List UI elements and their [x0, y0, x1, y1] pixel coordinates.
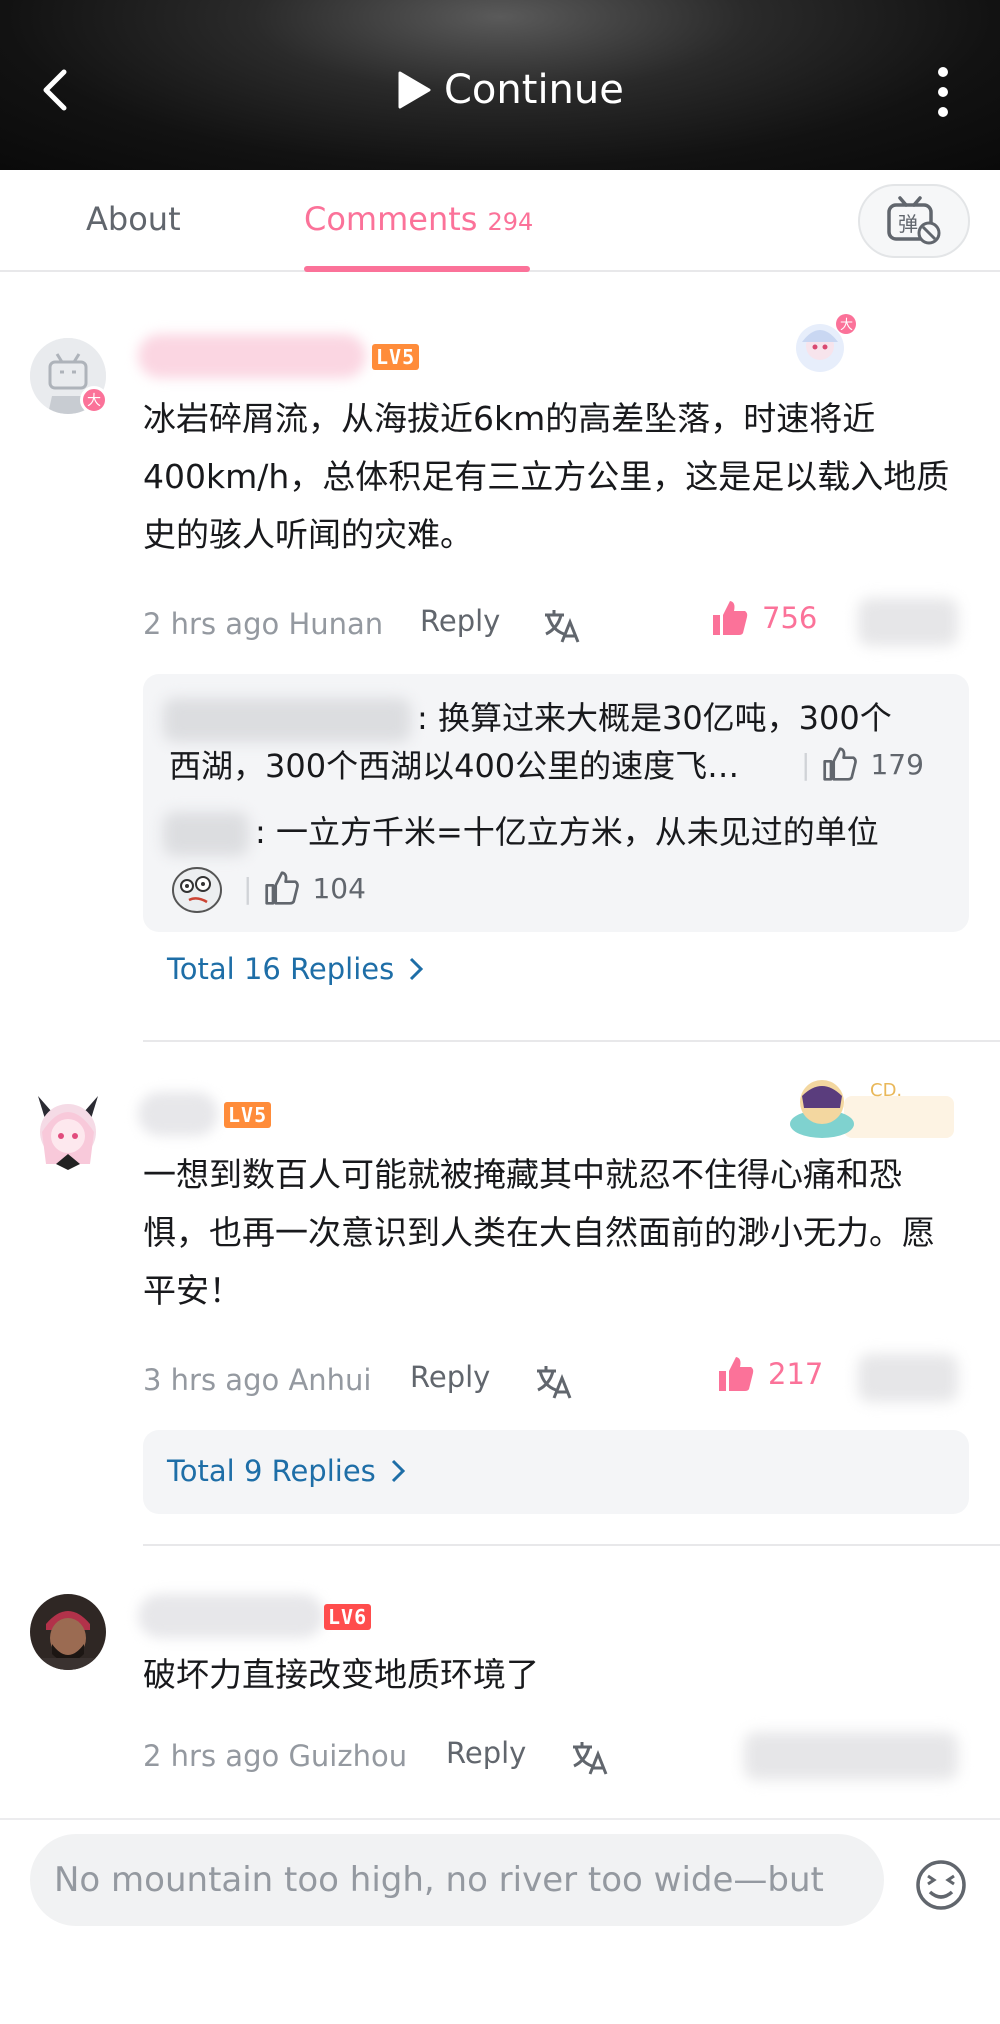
- tab-comments-label: Comments: [304, 200, 478, 238]
- translate-icon[interactable]: [570, 1738, 610, 1778]
- decoration-label: CD.: [870, 1080, 902, 1101]
- sub-replies-panel: : 换算过来大概是30亿吨，300个 西湖，300个西湖以400公里的速度飞… …: [143, 674, 969, 932]
- sub-reply-like-count: 104: [312, 871, 366, 905]
- emoji-sticker-icon: [169, 864, 225, 920]
- svg-text:弹: 弹: [898, 212, 918, 236]
- dislike-area-blurred[interactable]: [858, 1354, 958, 1402]
- total-replies-label: Total 16 Replies: [167, 952, 395, 986]
- level-badge: LV6: [324, 1604, 372, 1630]
- play-icon: [398, 71, 431, 109]
- username-blurred[interactable]: [138, 1594, 324, 1638]
- sub-replies-panel: Total 9 Replies: [143, 1430, 969, 1514]
- sub-reply-like-button[interactable]: | 179: [801, 746, 924, 782]
- sub-reply-text-line2: 西湖，300个西湖以400公里的速度飞…: [169, 747, 740, 785]
- reply-button[interactable]: Reply: [446, 1736, 526, 1770]
- comment-time: 2 hrs ago: [143, 607, 280, 641]
- comment-time: 3 hrs ago: [143, 1363, 280, 1397]
- total-replies-link[interactable]: Total 16 Replies: [167, 952, 424, 986]
- level-badge: LV5: [372, 344, 420, 370]
- emoji-icon: [916, 1860, 966, 1910]
- chevron-right-icon: [410, 957, 424, 981]
- video-header: Continue: [0, 0, 1000, 170]
- thumbs-up-filled-icon: [719, 1357, 754, 1391]
- level-badge: LV5: [224, 1102, 272, 1128]
- sub-reply-text: : 一立方千米=十亿立方米，从未见过的单位: [255, 813, 879, 851]
- total-replies-link[interactable]: Total 9 Replies: [167, 1454, 406, 1488]
- comment-input[interactable]: [30, 1834, 884, 1926]
- comment-input-bar: [0, 1818, 1000, 2024]
- like-count: 217: [768, 1357, 824, 1391]
- username-blurred[interactable]: [138, 1092, 218, 1136]
- tab-bar: About Comments 294 弹: [0, 170, 1000, 272]
- thumbs-up-icon: [265, 871, 300, 905]
- user-avatar-image: [38, 1096, 98, 1170]
- comments-count: 294: [487, 208, 534, 236]
- comment-meta: 2 hrs ago Hunan: [143, 602, 383, 646]
- comment-text: 破坏力直接改变地质环境了: [143, 1655, 539, 1694]
- total-replies-label: Total 9 Replies: [167, 1454, 376, 1488]
- username-blurred[interactable]: [138, 334, 366, 378]
- back-button[interactable]: [34, 60, 78, 120]
- comment-location: Guizhou: [288, 1739, 408, 1773]
- sub-reply-like-count: 179: [870, 747, 924, 781]
- vip-badge-icon: 大: [80, 386, 108, 414]
- comment-meta: 3 hrs ago Anhui: [143, 1358, 372, 1402]
- danmaku-off-icon: 弹: [887, 196, 941, 245]
- dislike-area-blurred[interactable]: [858, 598, 958, 646]
- emoji-button[interactable]: [914, 1858, 968, 1912]
- more-options-button[interactable]: [928, 64, 958, 120]
- sub-reply-like-button[interactable]: | 104: [243, 870, 366, 906]
- like-count: 756: [762, 601, 818, 635]
- tab-about[interactable]: About: [86, 200, 181, 238]
- user-avatar-image: [30, 1594, 106, 1670]
- tab-comments[interactable]: Comments 294: [304, 200, 533, 238]
- like-area-blurred[interactable]: [744, 1732, 958, 1780]
- continue-button[interactable]: Continue: [396, 60, 624, 120]
- sub-reply-text-line1: : 换算过来大概是30亿吨，300个: [417, 699, 892, 737]
- reply-button[interactable]: Reply: [410, 1360, 490, 1394]
- more-vertical-icon: [938, 67, 948, 117]
- chevron-right-icon: [391, 1459, 405, 1483]
- comment-location: Hunan: [288, 607, 384, 641]
- decoration-card-icon: CD.: [784, 1068, 954, 1144]
- danmaku-toggle-button[interactable]: 弹: [858, 184, 970, 258]
- comment-divider: [143, 1544, 1000, 1546]
- comment-text: 一想到数百人可能就被掩藏其中就忍不住得心痛和恐惧，也再一次意识到人类在大自然面前…: [143, 1155, 935, 1310]
- thumbs-up-filled-icon: [713, 601, 748, 635]
- thumbs-up-icon: [823, 747, 858, 781]
- sub-reply-username-blurred[interactable]: [163, 698, 411, 742]
- translate-icon[interactable]: [542, 606, 582, 646]
- like-button[interactable]: 217: [716, 1354, 823, 1394]
- comment-meta: 2 hrs ago Guizhou: [143, 1734, 407, 1778]
- decoration-pendant-icon: 大: [788, 312, 856, 380]
- svg-text:大: 大: [840, 318, 853, 333]
- chevron-left-icon: [43, 69, 67, 111]
- reply-button[interactable]: Reply: [420, 604, 500, 638]
- like-button[interactable]: 756: [710, 598, 817, 638]
- comment-location: Anhui: [288, 1363, 372, 1397]
- active-tab-indicator: [304, 266, 530, 272]
- comment-text: 冰岩碎屑流，从海拔近6km的高差坠落，时速将近400km/h，总体积足有三立方公…: [143, 399, 950, 554]
- sub-reply-username-blurred[interactable]: [163, 812, 249, 856]
- avatar[interactable]: [30, 1594, 106, 1670]
- continue-label: Continue: [444, 67, 624, 113]
- avatar[interactable]: [30, 1092, 106, 1170]
- translate-icon[interactable]: [534, 1362, 574, 1402]
- comment-divider: [143, 1040, 1000, 1042]
- comment-time: 2 hrs ago: [143, 1739, 280, 1773]
